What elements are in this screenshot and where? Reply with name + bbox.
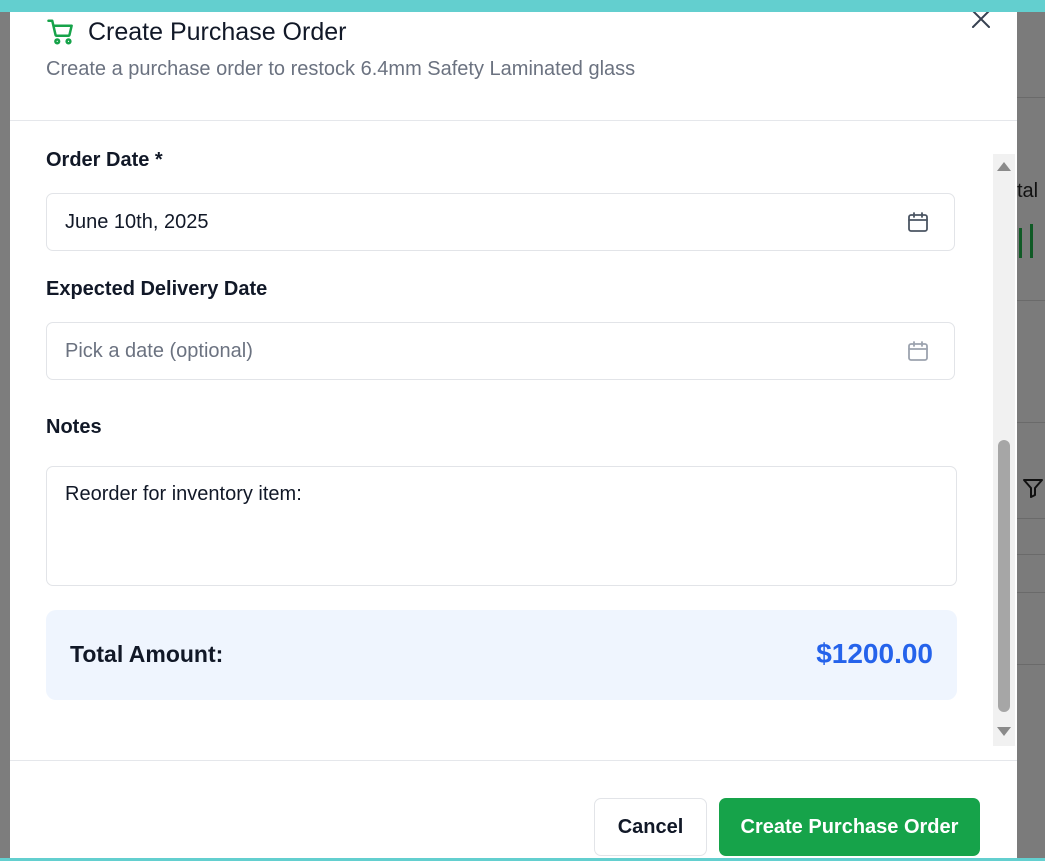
calendar-icon[interactable] xyxy=(906,339,930,363)
background-bar-mark xyxy=(1030,224,1033,258)
scrollbar-thumb[interactable] xyxy=(998,440,1010,712)
dialog-body: Order Date * June 10th, 2025 Expected De… xyxy=(10,121,1017,760)
delivery-date-label: Expected Delivery Date xyxy=(46,278,268,300)
background-page-right: tal xyxy=(1017,12,1045,858)
notes-label: Notes xyxy=(46,416,102,438)
total-amount-value: $1200.00 xyxy=(816,638,933,669)
dialog-footer: Cancel Create Purchase Order xyxy=(10,760,1017,858)
dialog-header: Create Purchase Order Create a purchase … xyxy=(10,12,1017,121)
background-bar-mark xyxy=(1019,228,1022,258)
filter-icon xyxy=(1023,479,1043,498)
background-divider xyxy=(1017,664,1045,665)
notes-value: Reorder for inventory item: xyxy=(65,483,302,505)
total-amount-panel: Total Amount: $1200.00 xyxy=(46,610,957,700)
shopping-cart-icon xyxy=(47,19,73,45)
total-amount-label: Total Amount: xyxy=(70,641,224,667)
background-divider xyxy=(1017,518,1045,519)
background-divider xyxy=(1017,592,1045,593)
background-column-header: tal xyxy=(1017,180,1039,202)
window-top-bar xyxy=(0,0,1045,12)
delivery-date-placeholder: Pick a date (optional) xyxy=(65,340,253,362)
scroll-up-arrow-icon[interactable] xyxy=(997,162,1011,171)
order-date-value: June 10th, 2025 xyxy=(65,211,209,233)
close-icon[interactable] xyxy=(968,12,994,32)
dialog-title-row: Create Purchase Order xyxy=(46,17,346,47)
scroll-down-arrow-icon[interactable] xyxy=(997,727,1011,736)
create-purchase-order-dialog: Create Purchase Order Create a purchase … xyxy=(10,12,1017,858)
dialog-subtitle: Create a purchase order to restock 6.4mm… xyxy=(46,58,636,80)
calendar-icon[interactable] xyxy=(906,210,930,234)
cancel-button[interactable]: Cancel xyxy=(594,798,707,856)
background-divider xyxy=(1017,422,1045,423)
delivery-date-field[interactable]: Pick a date (optional) xyxy=(46,322,955,380)
notes-textarea[interactable]: Reorder for inventory item: xyxy=(46,466,957,586)
dialog-title: Create Purchase Order xyxy=(88,17,347,46)
dialog-scrollbar[interactable] xyxy=(993,154,1015,746)
order-date-field[interactable]: June 10th, 2025 xyxy=(46,193,955,251)
create-purchase-order-button[interactable]: Create Purchase Order xyxy=(719,798,980,856)
order-date-label: Order Date * xyxy=(46,149,163,171)
background-divider xyxy=(1017,97,1045,98)
background-page-left xyxy=(0,12,10,858)
background-divider xyxy=(1017,300,1045,301)
background-divider xyxy=(1017,554,1045,555)
